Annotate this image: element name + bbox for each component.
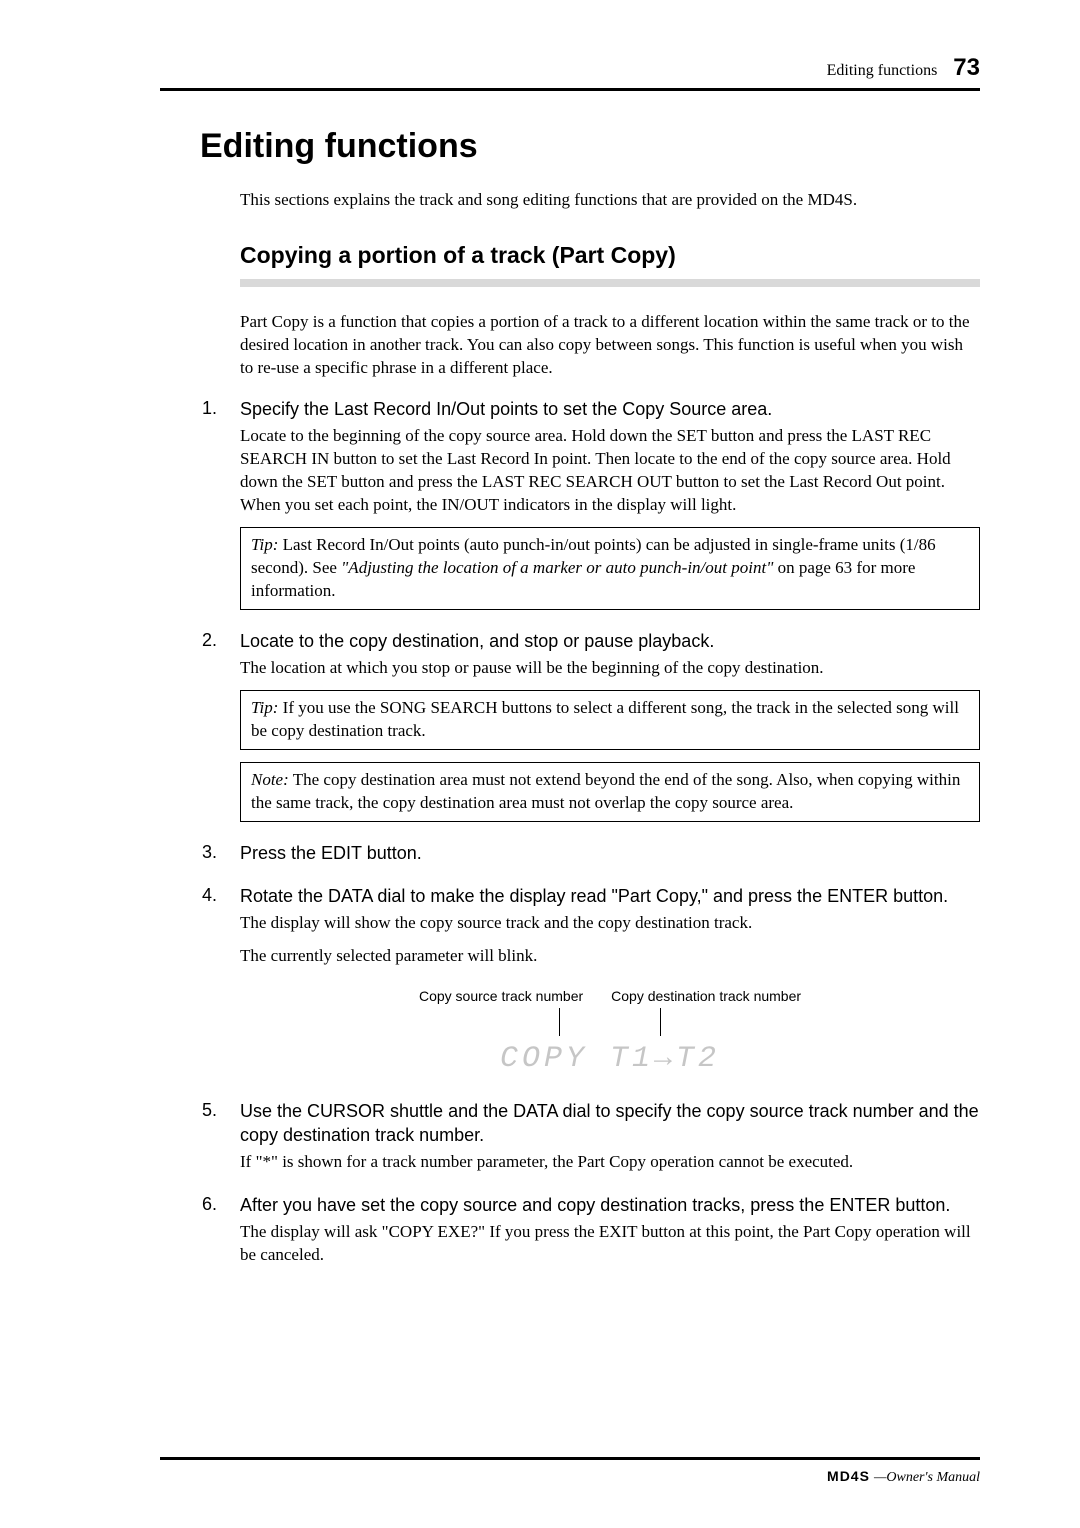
diagram-pointer-right — [660, 1008, 661, 1036]
step-1-body: Locate to the beginning of the copy sour… — [240, 425, 980, 517]
step-2-head: Locate to the copy destination, and stop… — [240, 630, 980, 653]
diagram-left-label: Copy source track number — [419, 988, 583, 1004]
step-4: Rotate the DATA dial to make the display… — [202, 885, 980, 1076]
step-1: Specify the Last Record In/Out points to… — [202, 398, 980, 610]
step-6: After you have set the copy source and c… — [202, 1194, 980, 1267]
page-header: Editing functions 73 — [160, 54, 980, 82]
subsection-intro: Part Copy is a function that copies a po… — [240, 311, 980, 380]
tip-reference: "Adjusting the location of a marker or a… — [341, 558, 773, 577]
section-title: Editing functions — [200, 127, 980, 166]
step-1-head: Specify the Last Record In/Out points to… — [240, 398, 980, 421]
footer-rest: —Owner's Manual — [874, 1470, 980, 1485]
header-rule — [160, 88, 980, 91]
step-1-tip: Tip: Last Record In/Out points (auto pun… — [240, 527, 980, 610]
subsection-rule — [240, 279, 980, 287]
diagram-right-label: Copy destination track number — [611, 988, 801, 1004]
note-text: The copy destination area must not exten… — [251, 770, 960, 812]
section-intro: This sections explains the track and son… — [240, 188, 980, 212]
step-5-body: If "*" is shown for a track number param… — [240, 1151, 980, 1174]
step-4-head: Rotate the DATA dial to make the display… — [240, 885, 980, 908]
steps-list: Specify the Last Record In/Out points to… — [202, 398, 980, 1268]
step-5-head: Use the CURSOR shuttle and the DATA dial… — [240, 1100, 980, 1147]
step-2-body: The location at which you stop or pause … — [240, 657, 980, 680]
diagram-pointer-left — [559, 1008, 560, 1036]
footer-brand: MD4S — [827, 1468, 870, 1484]
header-section-name: Editing functions — [827, 62, 938, 80]
step-6-head: After you have set the copy source and c… — [240, 1194, 980, 1217]
step-2: Locate to the copy destination, and stop… — [202, 630, 980, 822]
subsection-title: Copying a portion of a track (Part Copy) — [240, 242, 980, 269]
step-2-note: Note: The copy destination area must not… — [240, 762, 980, 822]
step-3-head: Press the EDIT button. — [240, 842, 980, 865]
copy-diagram: Copy source track number Copy destinatio… — [240, 988, 980, 1076]
step-4-body1: The display will show the copy source tr… — [240, 912, 980, 935]
footer-rule — [160, 1457, 980, 1460]
diagram-segment-text: COPY T1→T2 — [240, 1042, 980, 1076]
page-footer: MD4S —Owner's Manual — [160, 1457, 980, 1486]
note-label: Note: — [251, 770, 289, 789]
step-2-tip: Tip: If you use the SONG SEARCH buttons … — [240, 690, 980, 750]
step-4-body2: The currently selected parameter will bl… — [240, 945, 980, 968]
tip-label: Tip: — [251, 535, 278, 554]
tip-label: Tip: — [251, 698, 278, 717]
step-3: Press the EDIT button. — [202, 842, 980, 865]
step-5: Use the CURSOR shuttle and the DATA dial… — [202, 1100, 980, 1174]
tip-text: If you use the SONG SEARCH buttons to se… — [251, 698, 959, 740]
header-page-number: 73 — [953, 54, 980, 82]
step-6-body: The display will ask "COPY EXE?" If you … — [240, 1221, 980, 1267]
